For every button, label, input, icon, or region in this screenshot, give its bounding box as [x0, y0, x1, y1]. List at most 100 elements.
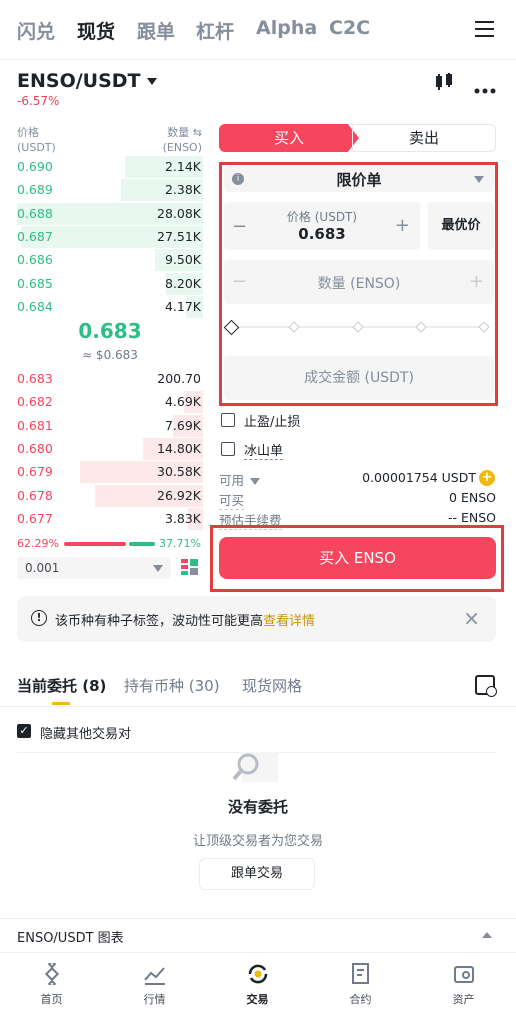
row-qty: 200.70 — [157, 371, 201, 386]
ask-row[interactable]: 0.687 27.51K — [17, 225, 203, 248]
order-type-label: 限价单 — [336, 171, 382, 189]
row-price: 0.690 — [17, 159, 53, 174]
row-price: 0.684 — [17, 298, 53, 314]
buy-ratio: 62.29% — [17, 537, 59, 550]
empty-subtitle: 让顶级交易者为您交易 — [192, 834, 323, 849]
ask-row[interactable]: 0.689 2.38K — [17, 179, 203, 202]
tab-spot-grid[interactable]: 现货网格 — [242, 675, 302, 696]
order-type-select[interactable]: i 限价单 — [224, 166, 494, 192]
more-icon[interactable] — [474, 79, 496, 94]
nav-futures-label: 合约 — [349, 993, 372, 1006]
sell-tab[interactable]: 卖出 — [352, 124, 496, 152]
row-qty: 9.50K — [164, 252, 201, 268]
row-qty: 14.80K — [157, 440, 201, 456]
slider-tick-75[interactable] — [415, 321, 427, 333]
quantity-placeholder: 数量 (ENSO) — [317, 276, 401, 292]
row-qty: 30.58K — [157, 464, 201, 480]
close-icon[interactable]: × — [463, 606, 480, 630]
buy-tab[interactable]: 买入 — [219, 124, 359, 152]
order-history-icon[interactable] — [475, 675, 497, 697]
document-icon — [350, 963, 372, 985]
price-input[interactable]: − 价格 (USDT) 0.683 + — [224, 202, 420, 250]
ask-row[interactable]: 0.685 8.20K — [17, 272, 203, 295]
fee-value: -- ENSO — [447, 510, 496, 525]
bid-row[interactable]: 0.682 4.69K — [17, 391, 203, 414]
buy-submit-button[interactable]: 买入 ENSO — [219, 537, 496, 579]
mid-price-usd: ≈ $0.683 — [82, 348, 138, 362]
tab-open-orders[interactable]: 当前委托 (8) — [17, 675, 106, 696]
plus-icon[interactable]: + — [469, 271, 484, 292]
bid-row[interactable]: 0.683 200.70 — [17, 368, 203, 390]
nav-trade[interactable]: 交易 — [206, 953, 309, 1007]
ask-row[interactable]: 0.686 9.50K — [17, 249, 203, 272]
tab-c2c[interactable]: C2C — [329, 17, 370, 39]
copy-trade-button[interactable]: 跟单交易 — [199, 858, 315, 890]
tab-margin[interactable]: 杠杆 — [196, 17, 234, 44]
ask-row[interactable]: 0.688 28.08K — [17, 202, 203, 225]
trade-icon — [247, 963, 269, 985]
row-qty: 28.08K — [157, 205, 201, 221]
tpsl-checkbox[interactable] — [221, 413, 235, 427]
candlestick-icon[interactable] — [434, 73, 454, 91]
amount-slider[interactable] — [223, 318, 490, 336]
nav-assets-label: 资产 — [452, 993, 475, 1006]
ask-row[interactable]: 0.684 4.17K — [17, 295, 203, 318]
best-price-button[interactable]: 最优价 — [428, 202, 494, 250]
chevron-down-icon — [153, 565, 163, 572]
ask-row[interactable]: 0.690 2.14K — [17, 156, 203, 178]
slider-handle[interactable] — [223, 319, 240, 336]
tab-spot[interactable]: 现货 — [77, 17, 115, 44]
chevron-up-icon[interactable] — [482, 932, 492, 938]
bottom-nav: 首页 行情 交易 合约 资产 — [0, 952, 516, 1031]
bid-row[interactable]: 0.678 26.92K — [17, 484, 203, 507]
row-qty: 27.51K — [157, 228, 201, 244]
chart-toggle-label[interactable]: ENSO/USDT 图表 — [17, 927, 124, 946]
warning-icon: ! — [31, 610, 47, 626]
row-qty: 8.20K — [164, 275, 201, 291]
price-value[interactable]: 0.683 — [224, 225, 420, 243]
nav-markets[interactable]: 行情 — [103, 953, 206, 1007]
chevron-down-icon — [146, 78, 157, 85]
precision-select[interactable]: 0.001 — [17, 557, 171, 579]
nav-assets[interactable]: 资产 — [412, 953, 515, 1007]
can-buy-value: 0 ENSO — [449, 490, 496, 505]
menu-icon[interactable] — [475, 21, 494, 37]
tab-copy[interactable]: 跟单 — [137, 17, 175, 44]
hide-pairs-label: 隐藏其他交易对 — [40, 727, 132, 742]
tab-holdings[interactable]: 持有币种 (30) — [124, 675, 220, 696]
bid-row[interactable]: 0.681 7.69K — [17, 414, 203, 437]
bid-row[interactable]: 0.679 30.58K — [17, 461, 203, 484]
row-qty: 4.69K — [164, 394, 201, 410]
total-input[interactable]: 成交金额 (USDT) — [224, 356, 494, 400]
nav-home[interactable]: 首页 — [0, 953, 103, 1007]
iceberg-checkbox[interactable] — [221, 442, 235, 456]
nav-trade-label: 交易 — [246, 993, 269, 1006]
available-label[interactable]: 可用 — [219, 470, 260, 489]
row-price: 0.686 — [17, 252, 53, 268]
slider-tick-50[interactable] — [352, 321, 364, 333]
nav-home-label: 首页 — [40, 993, 63, 1006]
binance-logo-icon — [41, 959, 63, 989]
hide-pairs-checkbox[interactable]: ✓ — [17, 724, 31, 738]
ob-price-header: 价格 (USDT) — [17, 126, 56, 154]
quantity-input[interactable]: − 数量 (ENSO) + — [224, 260, 494, 304]
orderbook-layout-icon[interactable] — [181, 559, 199, 577]
slider-tick-100[interactable] — [478, 321, 490, 333]
empty-search-icon — [232, 752, 278, 786]
chart-line-icon — [143, 963, 166, 985]
row-price: 0.680 — [17, 440, 53, 456]
nav-futures[interactable]: 合约 — [309, 953, 412, 1007]
row-qty: 4.17K — [164, 298, 201, 314]
notice-link[interactable]: 查看详情 — [263, 614, 315, 629]
pair-selector[interactable]: ENSO/USDT — [17, 70, 157, 92]
tab-alpha[interactable]: Alpha — [256, 17, 317, 39]
bid-row[interactable]: 0.680 14.80K — [17, 437, 203, 460]
add-funds-icon[interactable]: + — [479, 470, 495, 486]
ob-qty-header[interactable]: 数量 ⇆ (ENSO) — [150, 125, 202, 155]
row-qty: 26.92K — [157, 487, 201, 503]
plus-icon[interactable]: + — [395, 215, 410, 236]
tab-swap[interactable]: 闪兑 — [17, 17, 55, 44]
row-price: 0.683 — [17, 371, 53, 386]
slider-tick-25[interactable] — [288, 321, 300, 333]
bid-row[interactable]: 0.677 3.83K — [17, 507, 203, 530]
